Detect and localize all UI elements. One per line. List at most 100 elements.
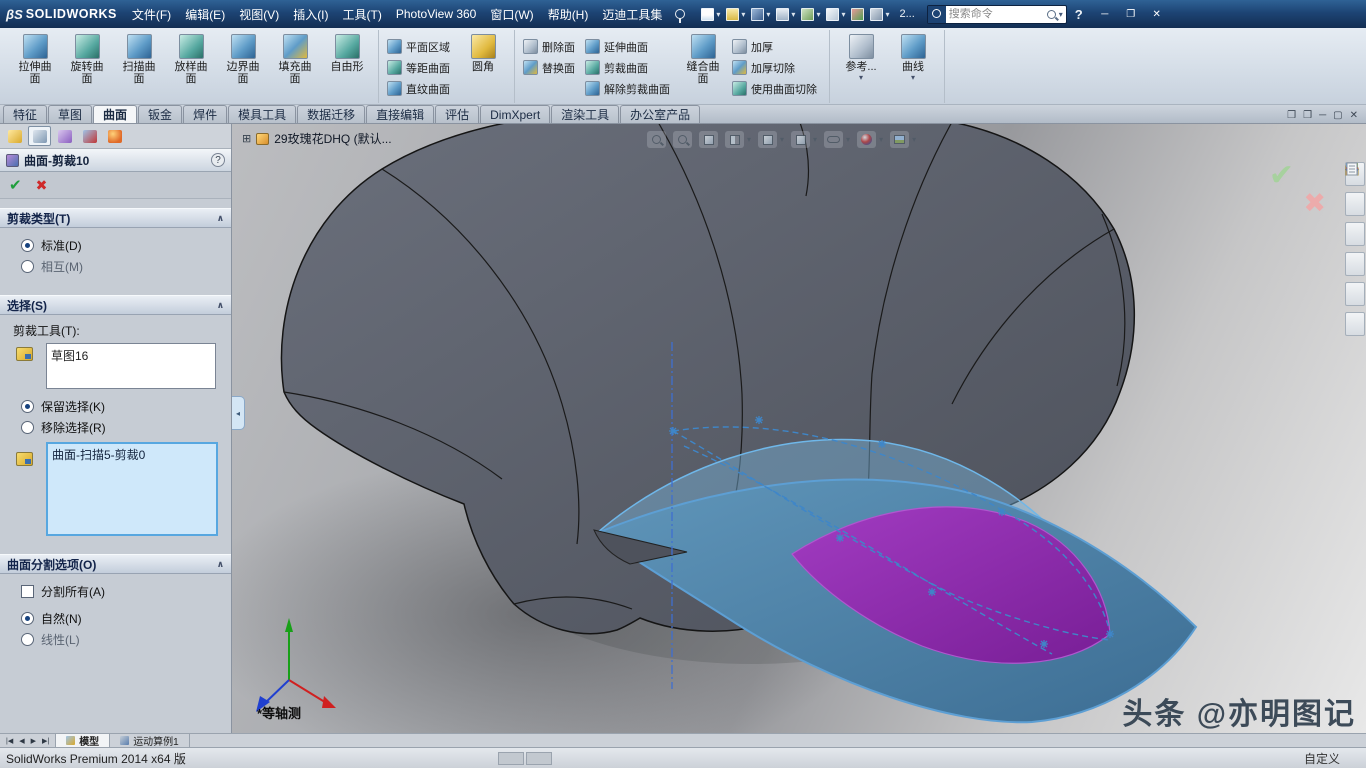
tab-evaluate[interactable]: 评估 <box>435 105 479 123</box>
menu-window[interactable]: 窗口(W) <box>483 1 540 28</box>
filled-surface-button[interactable]: 填充曲面 <box>269 31 321 85</box>
radio-mutual[interactable]: 相互(M) <box>8 256 223 277</box>
cut-with-surface-button[interactable]: 使用曲面切除 <box>732 80 821 97</box>
rebuild-button[interactable] <box>851 8 864 21</box>
panel-flyout-handle[interactable]: ◂ <box>232 396 245 430</box>
section-view-icon[interactable] <box>725 131 744 148</box>
display-style-icon[interactable] <box>791 131 810 148</box>
displaymanager-tab[interactable] <box>103 126 126 146</box>
checkbox-icon[interactable] <box>21 585 34 598</box>
menu-maidi-tools[interactable]: 迈迪工具集 <box>595 1 669 28</box>
tree-expander-icon[interactable]: ⊞ <box>242 132 251 145</box>
graphics-area[interactable]: ⊞ 29玫瑰花DHQ (默认... ▾ ▾ ▾ ▾ ▾ ▾ <box>232 124 1366 733</box>
delete-face-button[interactable]: 删除面 <box>523 38 579 55</box>
model-tab[interactable]: 模型 <box>56 734 110 747</box>
configurationmanager-tab[interactable] <box>53 126 76 146</box>
doc-restore-button[interactable]: ▢ <box>1333 110 1342 121</box>
replace-face-button[interactable]: 替换面 <box>523 59 579 76</box>
part-name[interactable]: 29玫瑰花DHQ (默认... <box>274 130 391 147</box>
search-command-box[interactable]: ▾ <box>927 5 1067 24</box>
ok-button[interactable]: ✔ <box>9 176 22 194</box>
custom-properties-icon[interactable] <box>1345 312 1365 336</box>
radio-remove-selections[interactable]: 移除选择(R) <box>8 417 223 438</box>
menu-insert[interactable]: 插入(I) <box>286 1 335 28</box>
view-palette-icon[interactable] <box>1345 252 1365 276</box>
open-button[interactable]: ▾ <box>726 8 745 21</box>
dimxpertmanager-tab[interactable] <box>78 126 101 146</box>
radio-button-icon[interactable] <box>21 239 34 252</box>
ruled-surface-button[interactable]: 直纹曲面 <box>387 80 454 97</box>
previous-view-icon[interactable] <box>699 131 718 148</box>
minimize-button[interactable]: ─ <box>1093 5 1117 23</box>
extruded-surface-button[interactable]: 拉伸曲面 <box>9 31 61 85</box>
menu-photoview360[interactable]: PhotoView 360 <box>389 2 484 26</box>
doc-window-icon[interactable]: ❒ <box>1303 110 1312 121</box>
radio-button-icon[interactable] <box>21 400 34 413</box>
confirmation-cancel-icon[interactable]: ✖ <box>1303 188 1326 219</box>
fillet-button[interactable]: 圆角 <box>457 31 509 73</box>
status-widget[interactable] <box>498 752 552 765</box>
pin-menu-icon[interactable] <box>675 9 685 19</box>
surface-split-header[interactable]: 曲面分割选项(O) ∧ <box>0 554 231 574</box>
selections-header[interactable]: 选择(S) ∧ <box>0 295 231 315</box>
zoom-area-icon[interactable] <box>673 131 692 148</box>
tab-office-products[interactable]: 办公室产品 <box>620 105 700 123</box>
extend-surface-button[interactable]: 延伸曲面 <box>585 38 674 55</box>
menu-file[interactable]: 文件(F) <box>125 1 178 28</box>
radio-linear[interactable]: 线性(L) <box>8 629 223 650</box>
nav-first-icon[interactable]: |◀ <box>4 737 15 745</box>
thicken-button[interactable]: 加厚 <box>732 38 821 55</box>
trim-tool-selection-box[interactable]: 草图16 <box>46 343 216 389</box>
offset-surface-button[interactable]: 等距曲面 <box>387 59 454 76</box>
tab-features[interactable]: 特征 <box>3 105 47 123</box>
appearances-scenes-icon[interactable] <box>1345 282 1365 306</box>
tab-surfaces[interactable]: 曲面 <box>93 105 137 123</box>
undo-button[interactable]: ▾ <box>801 8 820 21</box>
collapse-chevron-icon[interactable]: ∧ <box>217 213 224 224</box>
lofted-surface-button[interactable]: 放样曲面 <box>165 31 217 85</box>
menu-help[interactable]: 帮助(H) <box>541 1 596 28</box>
untrim-surface-button[interactable]: 解除剪裁曲面 <box>585 80 674 97</box>
curves-button[interactable]: 曲线▾ <box>887 31 939 82</box>
zoom-fit-icon[interactable] <box>647 131 666 148</box>
radio-natural[interactable]: 自然(N) <box>8 608 223 629</box>
menu-tools[interactable]: 工具(T) <box>336 1 389 28</box>
boundary-surface-button[interactable]: 边界曲面 <box>217 31 269 85</box>
pieces-to-keep-list[interactable]: 曲面-扫描5-剪裁0 <box>46 442 218 536</box>
motion-study-tab[interactable]: 运动算例1 <box>110 734 190 747</box>
doc-minimize-button[interactable]: ─ <box>1319 110 1326 121</box>
new-button[interactable]: ▾ <box>701 8 720 21</box>
nav-next-icon[interactable]: ▶ <box>29 737 38 745</box>
select-button[interactable]: ▾ <box>826 8 845 21</box>
menu-view[interactable]: 视图(V) <box>232 1 286 28</box>
propertymanager-tab[interactable] <box>28 126 51 146</box>
collapse-chevron-icon[interactable]: ∧ <box>217 559 224 570</box>
model-view[interactable] <box>232 124 1366 733</box>
radio-keep-selections[interactable]: 保留选择(K) <box>8 396 223 417</box>
menu-edit[interactable]: 编辑(E) <box>178 1 232 28</box>
file-explorer-folder-icon[interactable] <box>1345 222 1365 246</box>
tab-dimxpert[interactable]: DimXpert <box>480 105 550 123</box>
checkbox-split-all[interactable]: 分割所有(A) <box>8 581 223 602</box>
nav-last-icon[interactable]: ▶| <box>40 737 51 745</box>
search-input[interactable] <box>946 8 1047 20</box>
radio-button-icon[interactable] <box>21 633 34 646</box>
thickened-cut-button[interactable]: 加厚切除 <box>732 59 821 76</box>
save-button[interactable]: ▾ <box>751 8 770 21</box>
featuremanager-tab[interactable] <box>3 126 26 146</box>
pm-help-button[interactable]: ? <box>211 153 225 167</box>
trim-surface-button[interactable]: 剪裁曲面 <box>585 59 674 76</box>
nav-prev-icon[interactable]: ◀ <box>17 737 26 745</box>
trim-type-header[interactable]: 剪裁类型(T) ∧ <box>0 208 231 228</box>
help-button[interactable]: ? <box>1075 7 1083 22</box>
tab-direct-editing[interactable]: 直接编辑 <box>366 105 434 123</box>
search-icon[interactable] <box>1047 10 1056 19</box>
toolbar-overflow-label[interactable]: 2... <box>899 8 914 20</box>
revolved-surface-button[interactable]: 旋转曲面 <box>61 31 113 85</box>
tab-data-migration[interactable]: 数据迁移 <box>297 105 365 123</box>
edit-appearance-icon[interactable] <box>857 131 876 148</box>
hide-show-items-icon[interactable] <box>824 131 843 148</box>
doc-window-icon[interactable]: ❒ <box>1287 110 1296 121</box>
tab-sketch[interactable]: 草图 <box>48 105 92 123</box>
knit-surface-button[interactable]: 缝合曲面 <box>677 31 729 85</box>
